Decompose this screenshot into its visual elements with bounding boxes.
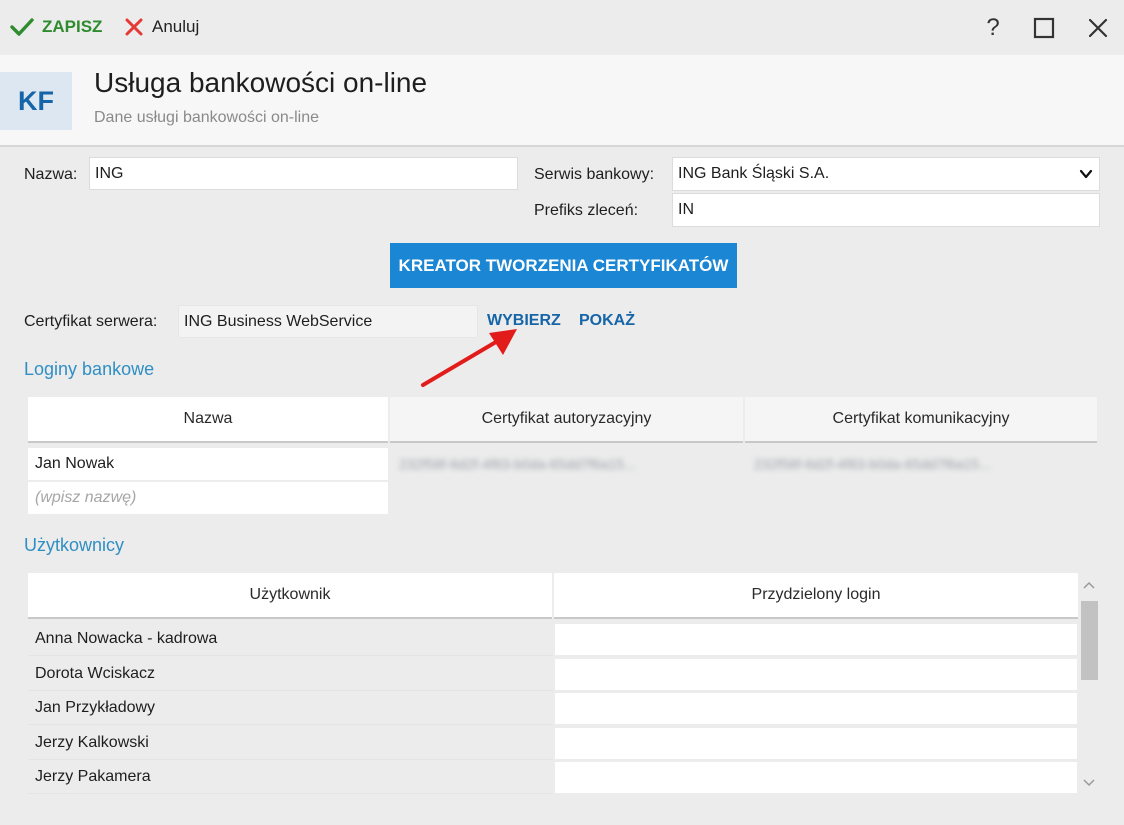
- toolbar: ZAPISZ Anuluj ?: [0, 0, 1124, 55]
- help-button[interactable]: ?: [978, 14, 1008, 42]
- name-value: ING: [95, 164, 124, 182]
- logins-col-auth-cert[interactable]: Certyfikat autoryzacyjny: [390, 397, 743, 443]
- user-row[interactable]: Jan Przykładowy: [28, 692, 553, 725]
- server-certificate-label: Certyfikat serwera:: [24, 313, 158, 330]
- help-icon: ?: [986, 14, 1000, 41]
- scrollbar-thumb[interactable]: [1081, 601, 1098, 680]
- app-logo: KF: [0, 72, 72, 130]
- user-row[interactable]: Dorota Wciskacz: [28, 658, 553, 691]
- name-input[interactable]: ING: [89, 157, 518, 190]
- certificate-wizard-button[interactable]: KREATOR TWORZENIA CERTYFIKATÓW: [390, 243, 737, 288]
- show-certificate-button[interactable]: POKAŻ: [579, 312, 635, 330]
- maximize-icon: [1033, 17, 1055, 39]
- users-section-title: Użytkownicy: [24, 535, 125, 555]
- page-header: KF Usługa bankowości on-line Dane usługi…: [0, 55, 1124, 147]
- page-title: Usługa bankowości on-line: [94, 67, 428, 98]
- prefix-input[interactable]: IN: [672, 193, 1100, 227]
- save-button[interactable]: ZAPISZ: [10, 14, 102, 40]
- users-col-user[interactable]: Użytkownik: [28, 573, 552, 619]
- users-col-login[interactable]: Przydzielony login: [554, 573, 1078, 619]
- prefix-label: Prefiks zleceń:: [534, 202, 639, 219]
- user-login-cell[interactable]: [555, 659, 1077, 690]
- page-subtitle: Dane usługi bankowości on-line: [94, 109, 320, 126]
- check-icon: [10, 18, 34, 36]
- user-row[interactable]: Jerzy Pakamera: [28, 761, 553, 794]
- new-login-input[interactable]: (wpisz nazwę): [28, 482, 388, 514]
- name-label: Nazwa:: [24, 166, 78, 183]
- login-row-comm-cert[interactable]: 232f58f-6d2f-4f83-b0da-65dd7f6a15...: [747, 448, 1097, 480]
- user-login-cell[interactable]: [555, 762, 1077, 793]
- user-login-cell[interactable]: [555, 693, 1077, 724]
- user-row[interactable]: Anna Nowacka - kadrowa: [28, 623, 553, 656]
- cancel-button[interactable]: Anuluj: [124, 14, 199, 40]
- new-login-placeholder: (wpisz nazwę): [35, 489, 137, 506]
- bank-service-label: Serwis bankowy:: [534, 166, 655, 183]
- annotation-arrow-icon: [421, 329, 517, 387]
- chevron-up-icon: [1083, 581, 1095, 589]
- user-login-cell[interactable]: [555, 728, 1077, 759]
- login-row-auth-cert[interactable]: 232f58f-6d2f-4f83-b0da-65dd7f6a15...: [392, 448, 742, 480]
- server-certificate-value: ING Business WebService: [184, 312, 373, 330]
- login-row-name[interactable]: Jan Nowak: [28, 448, 388, 480]
- close-icon: [1088, 18, 1108, 38]
- user-row[interactable]: Jerzy Kalkowski: [28, 727, 553, 760]
- bank-service-value: ING Bank Śląski S.A.: [678, 165, 830, 182]
- chevron-down-icon: [1083, 779, 1095, 787]
- logins-col-comm-cert[interactable]: Certyfikat komunikacyjny: [745, 397, 1097, 443]
- maximize-button[interactable]: [1029, 14, 1059, 42]
- bank-logins-section-title: Loginy bankowe: [24, 359, 155, 379]
- bank-service-select[interactable]: ING Bank Śląski S.A.: [672, 157, 1100, 191]
- logins-col-name[interactable]: Nazwa: [28, 397, 388, 443]
- close-button[interactable]: [1083, 14, 1113, 42]
- user-login-cell[interactable]: [555, 624, 1077, 655]
- chevron-down-icon: [1079, 169, 1093, 179]
- save-label: ZAPISZ: [42, 17, 103, 36]
- cancel-label: Anuluj: [152, 17, 200, 36]
- prefix-value: IN: [678, 201, 694, 218]
- x-icon: [125, 18, 143, 36]
